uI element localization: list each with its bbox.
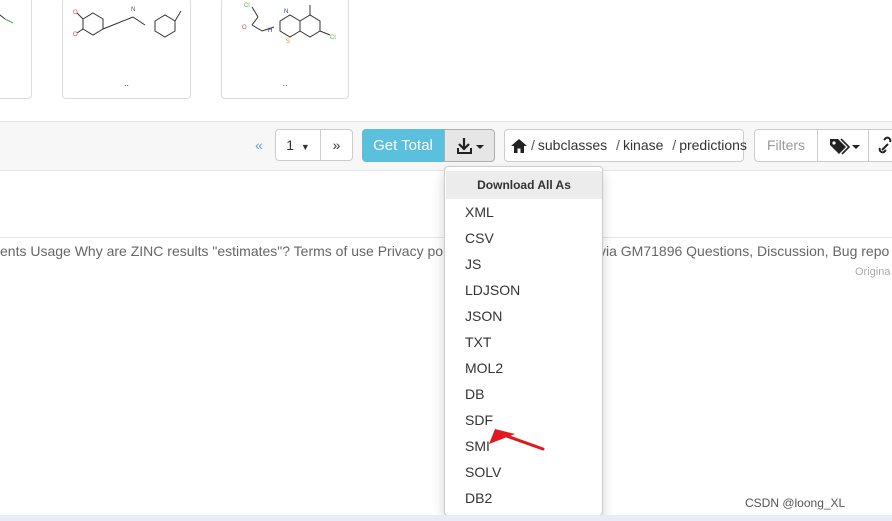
download-option-mol2[interactable]: MOL2 <box>465 355 503 381</box>
svg-text:Cl: Cl <box>244 3 250 9</box>
breadcrumb-item[interactable]: subclasses <box>538 137 607 153</box>
download-icon <box>457 138 484 154</box>
download-option-solv[interactable]: SOLV <box>465 459 501 485</box>
download-option-db2[interactable]: DB2 <box>465 485 492 511</box>
svg-text:O: O <box>73 32 78 38</box>
download-menu-header: Download All As <box>446 171 602 199</box>
molecule-structure-icon <box>0 14 14 24</box>
molecule-card-3[interactable]: Cl O H N S Cl .. <box>221 0 349 99</box>
download-option-js[interactable]: JS <box>465 251 481 277</box>
tags-dropdown-button[interactable] <box>817 129 869 162</box>
download-option-ldjson[interactable]: LDJSON <box>465 277 520 303</box>
page-number: 1 <box>286 137 294 153</box>
download-option-txt[interactable]: TXT <box>465 329 491 355</box>
breadcrumb-item[interactable]: kinase <box>623 137 663 153</box>
original-link[interactable]: Origina <box>855 266 890 278</box>
download-option-db[interactable]: DB <box>465 381 484 407</box>
annotation-arrow-icon <box>489 429 545 451</box>
home-icon[interactable] <box>511 139 527 153</box>
svg-text:O: O <box>73 10 78 16</box>
svg-text:N: N <box>131 7 135 13</box>
caret-down-icon: ▼ <box>300 142 310 152</box>
download-option-xml[interactable]: XML <box>465 199 494 225</box>
download-option-json[interactable]: JSON <box>465 303 502 329</box>
svg-text:Cl: Cl <box>330 35 336 41</box>
molecule-label: .. <box>123 78 129 88</box>
download-menu: Download All As XML CSV JS LDJSON JSON T… <box>444 166 603 516</box>
download-dropdown-button[interactable] <box>444 129 495 162</box>
breadcrumb-item[interactable]: predictions <box>679 137 747 153</box>
breadcrumb: / subclasses / kinase / predictions <box>504 129 747 162</box>
pagination-prev[interactable]: « <box>250 129 268 161</box>
svg-text:O: O <box>242 25 247 31</box>
link-button[interactable] <box>868 129 892 162</box>
molecule-card-2[interactable]: O O N .. <box>62 0 191 99</box>
pagination-next[interactable]: » <box>320 129 353 161</box>
molecule-label: .. <box>282 78 288 88</box>
bottom-strip <box>0 515 892 521</box>
get-total-button[interactable]: Get Total <box>362 129 444 162</box>
svg-text:N: N <box>284 9 288 15</box>
footer-links-left[interactable]: ents Usage Why are ZINC results "estimat… <box>0 243 446 259</box>
molecule-card-1[interactable] <box>0 0 32 99</box>
link-icon <box>878 136 892 154</box>
footer-links-right[interactable]: via GM71896 Questions, Discussion, Bug r… <box>599 243 889 259</box>
download-option-csv[interactable]: CSV <box>465 225 494 251</box>
filters-button[interactable]: Filters <box>754 129 818 162</box>
watermark: CSDN @loong_XL <box>745 496 846 510</box>
svg-text:H: H <box>268 28 272 34</box>
tags-icon <box>830 138 860 155</box>
svg-text:S: S <box>286 39 290 45</box>
page-select[interactable]: 1 ▼ <box>275 129 321 161</box>
